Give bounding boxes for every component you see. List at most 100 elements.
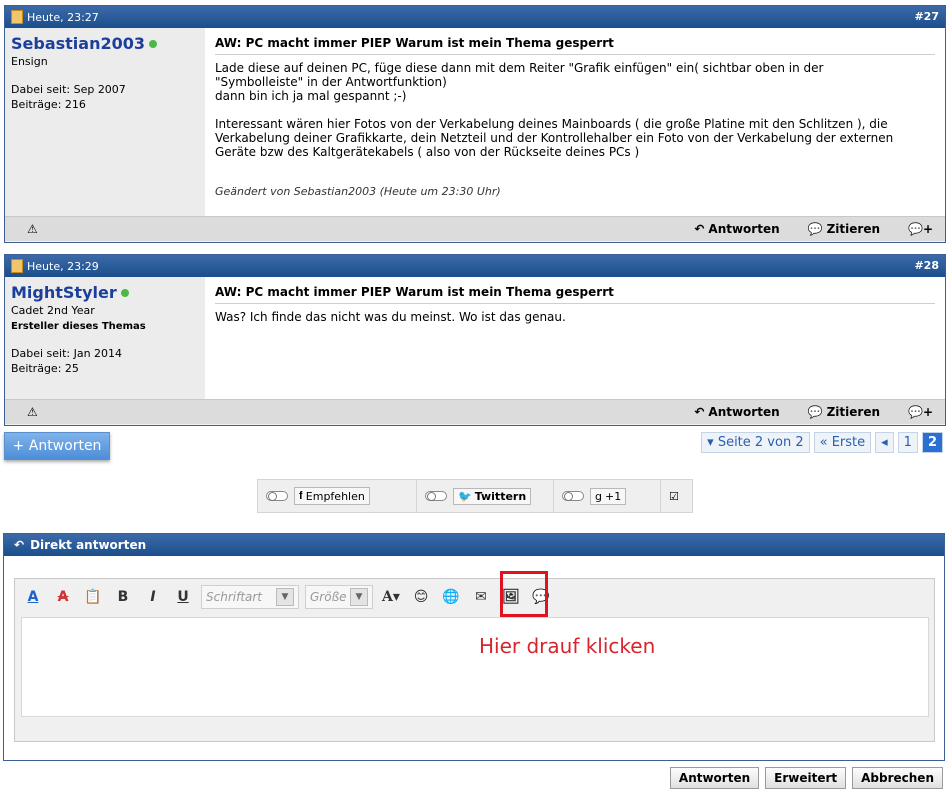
page-label: Seite 2 von 2 [717, 435, 804, 450]
post-date-text: Heute, 23:27 [27, 10, 99, 24]
image-button-highlight [500, 571, 548, 617]
twitter-share[interactable]: 🐦 Twittern [417, 480, 554, 512]
google-label: +1 [604, 489, 622, 503]
online-status-icon [120, 288, 129, 297]
post-content: AW: PC macht immer PIEP Warum ist mein T… [205, 277, 945, 399]
quick-reply-header: ↶ Direkt antworten [4, 534, 944, 556]
post-28: Heute, 23:29 #28 MightStyler Cadet 2nd Y… [4, 254, 946, 426]
username-text[interactable]: MightStyler [11, 283, 117, 302]
hint-text: Hier drauf klicken [479, 634, 656, 658]
quick-reply-title: Direkt antworten [30, 538, 147, 552]
page-link-2[interactable]: 2 [921, 432, 943, 453]
advanced-button[interactable]: Erweitert [765, 767, 847, 789]
chevron-down-icon: ▼ [276, 588, 294, 606]
prev-page-icon[interactable]: ◂ [875, 432, 894, 453]
facebook-icon: 𝐟 [299, 489, 303, 502]
quote-button[interactable]: 💬 Zitieren [808, 405, 880, 419]
form-buttons: Antworten Erweitert Abbrechen [669, 767, 943, 789]
font-family-label: Schriftart [206, 590, 263, 604]
user-rank: Cadet 2nd Year [11, 304, 95, 317]
pagination: ▾ Seite 2 von 2 « Erste ◂ 1 2 [701, 432, 943, 453]
link-icon[interactable]: 🌐 [439, 586, 463, 608]
post-date: Heute, 23:29 [11, 259, 99, 273]
reply-label: Antworten [708, 405, 780, 419]
font-color-icon[interactable]: A [21, 586, 45, 608]
multiquote-button[interactable]: 💬+ [908, 405, 933, 419]
post-title: AW: PC macht immer PIEP Warum ist mein T… [215, 36, 935, 55]
remove-format-icon[interactable]: A [51, 586, 75, 608]
post-content: AW: PC macht immer PIEP Warum ist mein T… [205, 28, 945, 216]
thread-creator-badge: Ersteller dieses Themas [11, 321, 146, 332]
post-header: Heute, 23:27 #27 [5, 6, 945, 28]
page-link-1[interactable]: 1 [897, 432, 918, 453]
post-date: Heute, 23:27 [11, 10, 99, 24]
paste-icon[interactable]: 📋 [81, 586, 105, 608]
font-size-select[interactable]: Größe ▼ [305, 585, 373, 609]
underline-icon[interactable]: U [171, 586, 195, 608]
online-status-icon [149, 39, 157, 48]
multiquote-plus-icon: 💬+ [908, 222, 933, 236]
post-footer: ⚠ ↶ Antworten 💬 Zitieren 💬+ [5, 216, 945, 241]
post-date-text: Heute, 23:29 [27, 259, 99, 273]
post-note-icon [11, 10, 23, 24]
reply-textarea[interactable] [21, 617, 929, 717]
user-joined: Dabei seit: Sep 2007 [11, 83, 126, 96]
email-icon[interactable]: ✉ [469, 586, 493, 608]
facebook-toggle[interactable] [266, 491, 288, 501]
facebook-share[interactable]: 𝐟 Empfehlen [258, 480, 417, 512]
reply-arrow-icon: ↶ [14, 538, 25, 552]
report-warning-icon[interactable]: ⚠ [27, 405, 38, 419]
post-27: Heute, 23:27 #27 Sebastian2003 Ensign Da… [4, 5, 946, 243]
username[interactable]: Sebastian2003 [11, 34, 199, 53]
chevron-down-icon: ▼ [350, 588, 368, 606]
first-page-label: Erste [831, 435, 866, 450]
post-title: AW: PC macht immer PIEP Warum ist mein T… [215, 285, 935, 304]
page-select[interactable]: ▾ Seite 2 von 2 [701, 432, 810, 453]
twitter-label: Twittern [474, 489, 527, 503]
smiley-icon[interactable]: 😊 [409, 586, 433, 608]
social-settings-icon[interactable]: ☑ [661, 480, 687, 512]
report-warning-icon[interactable]: ⚠ [27, 222, 38, 236]
reply-arrow-icon: ↶ [694, 222, 705, 236]
quote-bubble-icon: 💬 [807, 222, 823, 236]
submit-button[interactable]: Antworten [669, 767, 760, 789]
twitter-icon: 🐦 [458, 489, 472, 503]
reply-button[interactable]: ↶ Antworten [694, 405, 779, 419]
user-post-count: Beiträge: 216 [11, 98, 86, 111]
post-number[interactable]: #27 [914, 10, 939, 23]
user-post-count: Beiträge: 25 [11, 362, 79, 375]
post-text: Lade diese auf deinen PC, füge diese dan… [215, 61, 894, 159]
reply-arrow-icon: ↶ [694, 405, 705, 419]
twitter-toggle[interactable] [425, 491, 447, 501]
reply-label: Antworten [708, 222, 780, 236]
post-edited-note: Geändert von Sebastian2003 (Heute um 23:… [215, 185, 501, 198]
multiquote-button[interactable]: 💬+ [908, 222, 933, 236]
username[interactable]: MightStyler [11, 283, 199, 302]
multiquote-plus-icon: 💬+ [908, 405, 933, 419]
editor-toolbar: A A 📋 B I U Schriftart ▼ Größe ▼ A▾ 😊 🌐 ✉ … [15, 579, 934, 615]
user-joined: Dabei seit: Jan 2014 [11, 347, 123, 360]
font-size-label: Größe [310, 590, 347, 604]
user-rank: Ensign [11, 55, 48, 68]
quote-label: Zitieren [826, 405, 880, 419]
quick-reply-box: ↶ Direkt antworten A A 📋 B I U Schriftar… [3, 533, 945, 761]
reply-button[interactable]: ↶ Antworten [694, 222, 779, 236]
quote-button[interactable]: 💬 Zitieren [808, 222, 880, 236]
font-family-select[interactable]: Schriftart ▼ [201, 585, 299, 609]
quote-bubble-icon: 💬 [807, 405, 823, 419]
text-color-icon[interactable]: A▾ [379, 586, 403, 608]
bold-icon[interactable]: B [111, 586, 135, 608]
username-text[interactable]: Sebastian2003 [11, 34, 145, 53]
facebook-label: Empfehlen [305, 489, 365, 503]
cancel-button[interactable]: Abbrechen [852, 767, 943, 789]
new-reply-button[interactable]: + Antworten [4, 432, 110, 460]
user-info: Sebastian2003 Ensign Dabei seit: Sep 200… [5, 28, 205, 216]
post-text: Was? Ich finde das nicht was du meinst. … [215, 310, 566, 324]
google-toggle[interactable] [562, 491, 584, 501]
first-page-link[interactable]: « Erste [813, 432, 872, 453]
italic-icon[interactable]: I [141, 586, 165, 608]
post-number[interactable]: #28 [914, 259, 939, 272]
google-share[interactable]: g +1 [554, 480, 661, 512]
post-header: Heute, 23:29 #28 [5, 255, 945, 277]
user-info: MightStyler Cadet 2nd Year Ersteller die… [5, 277, 205, 399]
